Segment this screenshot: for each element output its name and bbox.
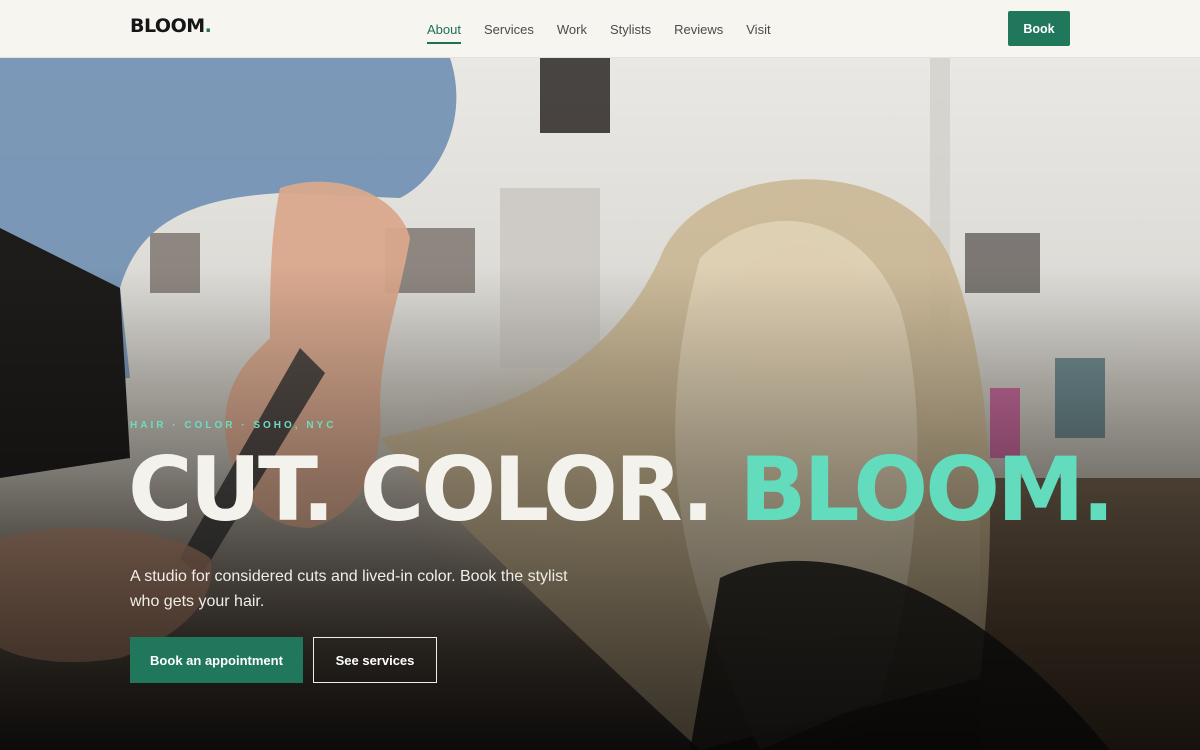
brand-logo[interactable]: BLOOM. <box>130 15 212 37</box>
site-header: BLOOM. About Services Work Stylists Revi… <box>0 0 1200 58</box>
nav-item-visit[interactable]: Visit <box>746 0 770 58</box>
hero-subtext: A studio for considered cuts and lived-i… <box>130 568 568 610</box>
nav-item-stylists[interactable]: Stylists <box>610 0 651 58</box>
book-appointment-button[interactable]: Book an appointment <box>130 637 303 683</box>
brand-name: BLOOM <box>130 15 205 37</box>
hero-headline: CUT. COLOR. BLOOM. <box>128 446 1115 534</box>
brand-dot: . <box>204 15 212 37</box>
headline-main: CUT. COLOR. <box>128 438 740 541</box>
nav-item-services[interactable]: Services <box>484 0 534 58</box>
book-button[interactable]: Book <box>1008 11 1070 46</box>
nav-item-about[interactable]: About <box>427 0 461 58</box>
hero-section: HAIR · COLOR · SOHO, NYC CUT. COLOR. BLO… <box>0 58 1200 750</box>
see-services-button[interactable]: See services <box>313 637 437 683</box>
main-nav: About Services Work Stylists Reviews Vis… <box>427 0 794 58</box>
nav-item-reviews[interactable]: Reviews <box>674 0 723 58</box>
headline-accent: BLOOM. <box>739 438 1115 541</box>
nav-item-work[interactable]: Work <box>557 0 587 58</box>
hero-eyebrow: HAIR · COLOR · SOHO, NYC <box>130 420 337 431</box>
